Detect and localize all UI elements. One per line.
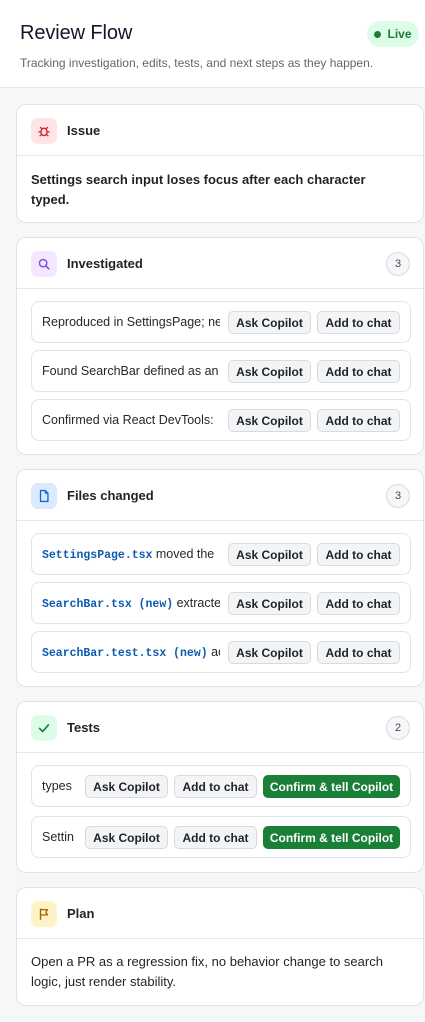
issue-card-header: Issue [17, 105, 423, 156]
investigated-item: Found SearchBar defined as an Ask Copilo… [31, 350, 411, 392]
ask-copilot-button[interactable]: Ask Copilot [85, 775, 168, 798]
live-badge-label: Live [387, 27, 412, 41]
file-change-item: SettingsPage.tsx moved the Ask Copilot A… [31, 533, 411, 575]
ask-copilot-button[interactable]: Ask Copilot [228, 543, 311, 566]
add-to-chat-button[interactable]: Add to chat [317, 592, 400, 615]
test-item: types Ask Copilot Add to chat Confirm & … [31, 765, 411, 807]
ask-copilot-button[interactable]: Ask Copilot [228, 409, 311, 432]
tests-card: Tests 2 types Ask Copilot Add to chat Co… [16, 701, 424, 873]
test-item-text: types [42, 779, 72, 793]
add-to-chat-button[interactable]: Add to chat [317, 409, 400, 432]
investigated-item-text: Reproduced in SettingsPage; ne [42, 315, 220, 329]
investigated-card: Investigated 3 Reproduced in SettingsPag… [16, 237, 424, 455]
files-changed-card: Files changed 3 SettingsPage.tsx moved t… [16, 469, 424, 687]
ask-copilot-button[interactable]: Ask Copilot [228, 641, 311, 664]
add-to-chat-button[interactable]: Add to chat [317, 360, 400, 383]
issue-card-title: Issue [67, 123, 101, 138]
file-name[interactable]: SettingsPage.tsx [42, 549, 152, 562]
investigated-count-badge: 3 [386, 252, 410, 276]
search-icon [31, 251, 57, 277]
file-change-text: SettingsPage.tsx moved the [42, 534, 220, 574]
add-to-chat-button[interactable]: Add to chat [317, 311, 400, 334]
plan-card-header: Plan [17, 888, 423, 939]
check-icon [31, 715, 57, 741]
plan-card-title: Plan [67, 906, 95, 921]
page-subtitle: Tracking investigation, edits, tests, an… [20, 56, 374, 70]
investigated-item-text: Found SearchBar defined as an [42, 364, 219, 378]
investigated-item-text: Confirmed via React DevTools: [42, 413, 214, 427]
ask-copilot-button[interactable]: Ask Copilot [85, 826, 168, 849]
live-status-badge: Live [367, 21, 419, 47]
test-item: Settin Ask Copilot Add to chat Confirm &… [31, 816, 411, 858]
bug-icon [31, 118, 57, 144]
file-change-description: extracte [173, 596, 220, 610]
files-changed-card-header: Files changed 3 [17, 470, 423, 521]
file-icon [31, 483, 57, 509]
issue-description: Settings search input loses focus after … [31, 172, 366, 207]
add-to-chat-button[interactable]: Add to chat [317, 641, 400, 664]
file-change-description: moved the [152, 547, 215, 561]
test-item-text: Settin [42, 830, 74, 844]
file-name[interactable]: SearchBar.test.tsx (new) [42, 647, 208, 660]
tests-count-badge: 2 [386, 716, 410, 740]
file-name[interactable]: SearchBar.tsx (new) [42, 598, 173, 611]
confirm-tell-copilot-button[interactable]: Confirm & tell Copilot [263, 775, 400, 798]
plan-description: Open a PR as a regression fix, no behavi… [31, 954, 383, 989]
file-change-item: SearchBar.test.tsx (new) ad Ask Copilot … [31, 631, 411, 673]
ask-copilot-button[interactable]: Ask Copilot [228, 360, 311, 383]
ask-copilot-button[interactable]: Ask Copilot [228, 311, 311, 334]
confirm-tell-copilot-button[interactable]: Confirm & tell Copilot [263, 826, 400, 849]
files-changed-count-badge: 3 [386, 484, 410, 508]
investigated-item: Reproduced in SettingsPage; ne Ask Copil… [31, 301, 411, 343]
files-changed-card-title: Files changed [67, 488, 154, 503]
file-change-description: ad [211, 645, 220, 659]
file-change-text: SearchBar.tsx (new) extracte [42, 583, 220, 623]
add-to-chat-button[interactable]: Add to chat [174, 775, 257, 798]
file-change-text: SearchBar.test.tsx (new) ad [42, 632, 220, 672]
investigated-item: Confirmed via React DevTools: Ask Copilo… [31, 399, 411, 441]
tests-card-header: Tests 2 [17, 702, 423, 753]
add-to-chat-button[interactable]: Add to chat [317, 543, 400, 566]
page-title: Review Flow [20, 22, 133, 44]
tests-card-title: Tests [67, 720, 100, 735]
issue-card: Issue Settings search input loses focus … [16, 104, 424, 223]
plan-card: Plan Open a PR as a regression fix, no b… [16, 887, 424, 1006]
flag-icon [31, 901, 57, 927]
ask-copilot-button[interactable]: Ask Copilot [228, 592, 311, 615]
investigated-card-title: Investigated [67, 256, 143, 271]
investigated-card-header: Investigated 3 [17, 238, 423, 289]
live-dot-icon [374, 30, 382, 38]
file-change-item: SearchBar.tsx (new) extracte Ask Copilot… [31, 582, 411, 624]
page-header: Review Flow Tracking investigation, edit… [0, 0, 425, 88]
add-to-chat-button[interactable]: Add to chat [174, 826, 257, 849]
